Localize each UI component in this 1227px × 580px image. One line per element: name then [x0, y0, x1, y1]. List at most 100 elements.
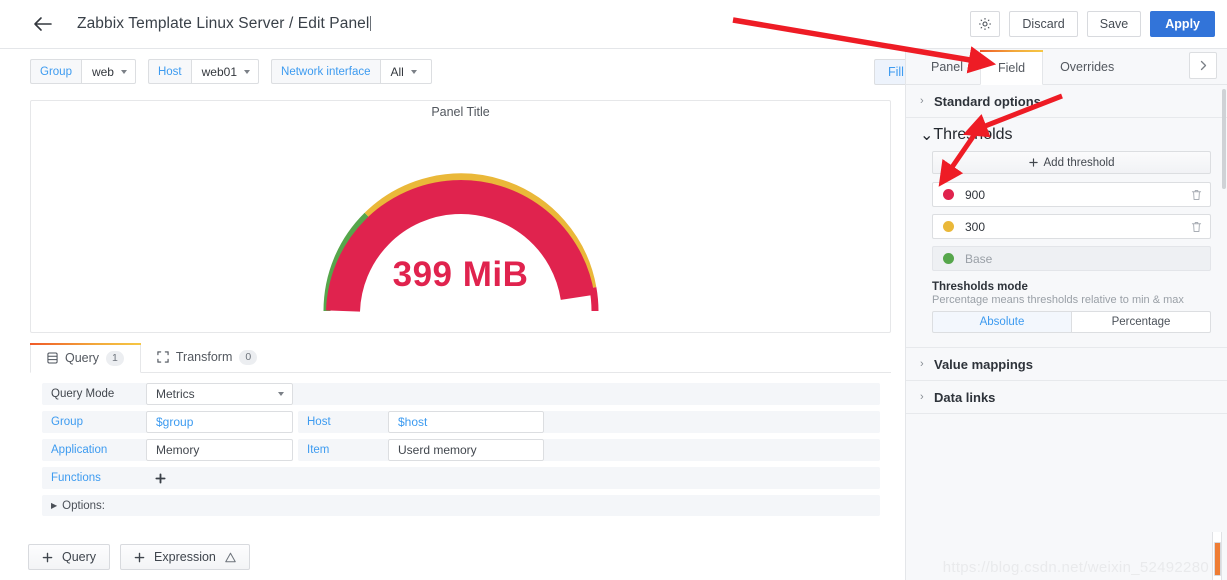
query-row-group-host: Group $group Host $host	[42, 411, 880, 433]
thresholds-mode-absolute[interactable]: Absolute	[932, 311, 1072, 333]
section-standard-options[interactable]: › Standard options	[906, 85, 1227, 118]
section-standard-options-label: Standard options	[934, 93, 1041, 109]
chevron-down-icon	[244, 69, 251, 74]
collapse-sidebar-button[interactable]	[1189, 52, 1217, 79]
item-label[interactable]: Item	[298, 439, 388, 461]
options-sidebar: Panel Field Overrides › Standard options…	[905, 49, 1227, 580]
thresholds-mode-group: Absolute Percentage	[932, 311, 1211, 333]
query-row-mode: Query Mode Metrics	[42, 383, 880, 405]
application-label[interactable]: Application	[42, 439, 146, 461]
apply-button[interactable]: Apply	[1150, 11, 1215, 37]
save-button[interactable]: Save	[1086, 11, 1142, 37]
query-mode-select[interactable]: Metrics	[146, 383, 293, 405]
trash-icon[interactable]	[1191, 221, 1202, 233]
discard-button[interactable]: Discard	[1009, 11, 1078, 37]
variable-host: Host web01	[147, 59, 260, 84]
chevron-right-icon: ›	[920, 358, 924, 370]
variable-host-value-text: web01	[201, 64, 238, 79]
sidebar-body: › Standard options ⌄ Thresholds Add thre…	[906, 85, 1227, 579]
page-title[interactable]: Zabbix Template Linux Server / Edit Pane…	[77, 15, 372, 33]
thresholds-mode-percentage[interactable]: Percentage	[1071, 311, 1211, 333]
threshold-row-base[interactable]: Base	[932, 246, 1211, 271]
tab-panel[interactable]: Panel	[914, 49, 980, 84]
section-thresholds-header[interactable]: ⌄ Thresholds	[906, 118, 1227, 151]
variable-network-interface-value[interactable]: All	[379, 59, 432, 84]
add-query-label: Query	[62, 550, 97, 564]
variable-group: Group web	[30, 59, 136, 84]
tab-query-badge: 1	[106, 350, 124, 366]
section-thresholds-label: Thresholds	[933, 125, 1013, 143]
threshold-row-900[interactable]: 900	[932, 182, 1211, 207]
query-options-label: Options:	[62, 499, 105, 512]
section-value-mappings-label: Value mappings	[934, 356, 1033, 372]
add-expression-button[interactable]: Expression	[120, 544, 250, 570]
host-label[interactable]: Host	[298, 411, 388, 433]
page-title-text: Zabbix Template Linux Server / Edit Pane…	[77, 15, 370, 32]
section-data-links[interactable]: › Data links	[906, 381, 1227, 414]
row-filler	[544, 411, 880, 433]
sidebar-scrollbar-thumb[interactable]	[1222, 89, 1226, 189]
threshold-color-dot[interactable]	[943, 253, 954, 264]
tab-query-label: Query	[65, 351, 100, 365]
plus-icon	[134, 552, 145, 563]
application-input[interactable]: Memory	[146, 439, 293, 461]
plus-icon	[1028, 158, 1038, 167]
section-data-links-label: Data links	[934, 389, 996, 405]
query-mode-label: Query Mode	[42, 383, 146, 405]
plus-icon	[42, 552, 53, 563]
functions-label[interactable]: Functions	[42, 467, 146, 489]
tab-field[interactable]: Field	[979, 50, 1044, 85]
add-threshold-button[interactable]: Add threshold	[932, 151, 1211, 174]
query-options-toggle[interactable]: ▶ Options:	[42, 495, 880, 516]
variable-host-label[interactable]: Host	[147, 59, 191, 84]
panel-title: Panel Title	[431, 105, 490, 119]
section-value-mappings[interactable]: › Value mappings	[906, 348, 1227, 381]
add-query-button[interactable]: Query	[28, 544, 111, 570]
threshold-value[interactable]: 900	[965, 188, 1191, 202]
variable-network-interface-label[interactable]: Network interface	[271, 59, 380, 84]
row-filler	[544, 439, 880, 461]
query-add-buttons: Query Expression	[28, 544, 250, 570]
threshold-row-300[interactable]: 300	[932, 214, 1211, 239]
variable-network-interface-value-text: All	[390, 64, 404, 79]
thresholds-mode-title: Thresholds mode	[932, 281, 1028, 293]
add-function-button[interactable]	[146, 467, 174, 489]
add-threshold-label: Add threshold	[1043, 156, 1115, 169]
query-row-functions: Functions	[42, 467, 880, 489]
chevron-down-icon	[410, 69, 417, 74]
tab-query[interactable]: Query 1	[30, 343, 141, 373]
variable-group-label[interactable]: Group	[30, 59, 81, 84]
query-mode-value: Metrics	[156, 387, 195, 401]
panel-preview[interactable]: Panel Title 399 MiB	[30, 100, 891, 333]
row-filler	[293, 383, 880, 405]
threshold-color-dot[interactable]	[943, 189, 954, 200]
sidebar-tabs: Panel Field Overrides	[906, 49, 1227, 85]
caret-right-icon: ▶	[51, 501, 58, 510]
variable-group-value[interactable]: web	[80, 59, 136, 84]
host-input[interactable]: $host	[388, 411, 544, 433]
query-row-application-item: Application Memory Item Userd memory	[42, 439, 880, 461]
edit-panel-screen: Zabbix Template Linux Server / Edit Pane…	[0, 0, 1227, 580]
title-cursor	[370, 16, 372, 31]
chevron-down-icon: ⌄	[920, 126, 934, 144]
chevron-down-icon	[120, 69, 127, 74]
tab-transform[interactable]: Transform 0	[141, 342, 273, 372]
tab-overrides[interactable]: Overrides	[1043, 49, 1131, 84]
group-label[interactable]: Group	[42, 411, 146, 433]
group-input[interactable]: $group	[146, 411, 293, 433]
top-bar: Zabbix Template Linux Server / Edit Pane…	[0, 0, 1227, 49]
item-input[interactable]: Userd memory	[388, 439, 544, 461]
threshold-color-dot[interactable]	[943, 221, 954, 232]
panel-settings-button[interactable]	[970, 11, 1001, 37]
threshold-value[interactable]: 300	[965, 220, 1191, 234]
warning-triangle-icon	[225, 552, 236, 563]
section-thresholds: ⌄ Thresholds Add threshold 900 300 Base …	[906, 118, 1227, 348]
variable-host-value[interactable]: web01	[190, 59, 260, 84]
back-arrow-icon[interactable]	[30, 11, 56, 37]
variable-group-value-text: web	[91, 64, 114, 79]
row-filler	[174, 467, 880, 489]
trash-icon[interactable]	[1191, 189, 1202, 201]
sidebar-scrollbar-thumb-bottom[interactable]	[1214, 542, 1221, 576]
gauge-value-text: 399 MiB	[392, 255, 529, 294]
gauge-chart: 399 MiB	[311, 119, 611, 319]
